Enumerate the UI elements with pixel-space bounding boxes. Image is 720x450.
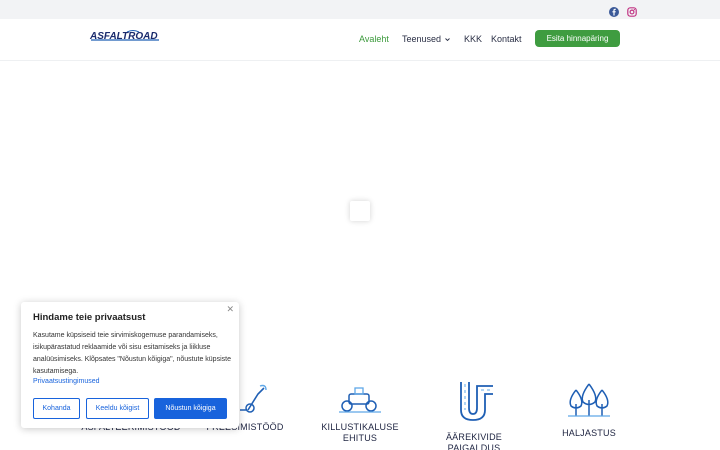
accept-all-button[interactable]: Nõustun kõigiga [154,398,227,419]
service-gravel-base[interactable]: KILLUSTIKALUSE EHITUS [310,380,410,444]
chevron-down-icon [445,38,450,42]
loading-spinner [350,201,370,221]
nav-services-label: Teenused [402,34,442,44]
request-quote-button[interactable]: Esita hinnapäring [535,30,620,47]
nav-home[interactable]: Avaleht [359,34,389,44]
site-header: ASFALTROAD Avaleht Teenused KKK Kontakt … [0,19,720,61]
reject-all-button[interactable]: Keeldu kõigist [86,398,149,419]
close-icon[interactable]: ✕ [226,304,234,315]
customize-button[interactable]: Kohanda [33,398,80,419]
roller-icon [339,387,381,413]
cookie-title: Hindame teie privaatsust [33,312,146,323]
site-logo[interactable]: ASFALTROAD [89,29,161,43]
cookie-consent-banner: ✕ Hindame teie privaatsust Kasutame küps… [21,302,239,428]
top-bar [0,0,720,19]
service-label: HALJASTUS [562,428,616,438]
trees-icon [568,383,610,417]
instagram-icon[interactable] [627,4,637,17]
cookie-text: Kasutame küpsiseid teie sirvimiskogemuse… [33,332,231,375]
service-landscaping[interactable]: HALJASTUS [539,380,639,439]
facebook-icon[interactable] [609,4,619,17]
service-label: ÄÄREKIVIDE PAIGALDUS [445,432,503,450]
nav-faq[interactable]: KKK [464,34,482,44]
curb-road-icon [460,382,493,421]
nav-services[interactable]: Teenused [402,34,451,44]
service-label: KILLUSTIKALUSE EHITUS [321,422,399,443]
logo-text: ASFALTROAD [89,31,158,42]
service-curbs[interactable]: ÄÄREKIVIDE PAIGALDUS [424,380,524,450]
nav-contact[interactable]: Kontakt [491,34,522,44]
privacy-policy-link[interactable]: Privaatsustingimused [33,378,100,385]
